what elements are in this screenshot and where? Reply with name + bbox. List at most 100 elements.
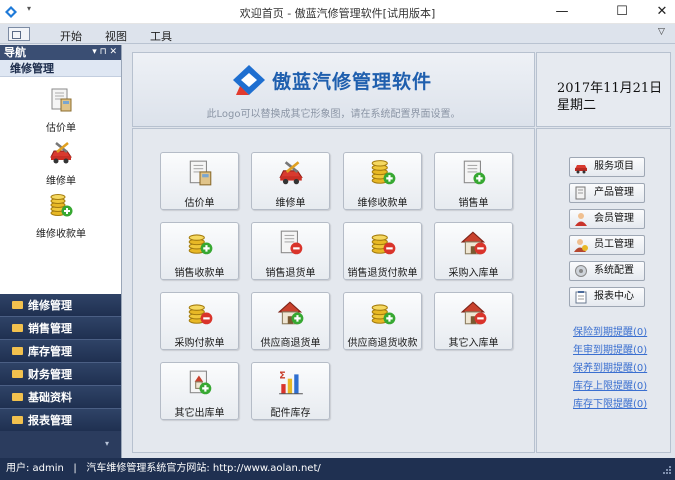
nav-header-title: 导航 (4, 46, 26, 59)
nav-section-sales[interactable]: 销售管理 (0, 317, 121, 340)
nav-section-basic-data[interactable]: 基础资料 (0, 386, 121, 409)
service-items-button[interactable]: 服务项目 (569, 157, 645, 177)
title-bar: ▾ 欢迎首页 - 傲蓝汽修管理软件[试用版本] — ☐ ✕ (0, 0, 675, 24)
tile-label: 供应商退货收款 (347, 338, 418, 349)
menu-start[interactable]: 开始 (60, 28, 82, 44)
status-bar: 用户: admin | 汽车维修管理系统官方网站: http://www.aol… (0, 458, 675, 480)
status-text: 用户: admin | 汽车维修管理系统官方网站: http://www.aol… (6, 463, 321, 474)
maintenance-reminder-link[interactable]: 保养到期提醒(0) (573, 359, 647, 374)
tile-purchase-inbound[interactable]: 采购入库单 (434, 222, 513, 280)
current-weekday: 星期二 (557, 98, 597, 113)
employee-icon (574, 239, 588, 252)
tile-label: 销售单 (458, 198, 489, 209)
nav-tool-repair[interactable]: 维修单 (0, 140, 122, 187)
tile-supplier-return[interactable]: 供应商退货单 (251, 292, 330, 350)
product-icon (575, 186, 586, 200)
side-button-label: 员工管理 (594, 239, 634, 250)
tile-label: 维修单 (275, 198, 306, 209)
menu-view[interactable]: 视图 (105, 28, 127, 44)
logo-hint: 此Logo可以替换成其它形象图，请在系统配置界面设置。 (206, 109, 461, 120)
config-icon (575, 265, 587, 277)
nav-section-inventory[interactable]: 库存管理 (0, 340, 121, 363)
coins-remove-icon (371, 234, 395, 255)
nav-tool-label: 维修收款单 (36, 229, 86, 240)
tile-parts-inventory[interactable]: Σ 配件库存 (251, 362, 330, 420)
car-tools-icon (278, 161, 303, 185)
nav-section-label: 库存管理 (28, 345, 72, 358)
annual-inspection-reminder-link[interactable]: 年审到期提醒(0) (573, 341, 647, 356)
side-button-label: 产品管理 (594, 187, 634, 198)
coins-remove-icon (188, 304, 212, 325)
tile-label: 销售退货付款单 (347, 268, 418, 279)
service-icon (575, 165, 587, 174)
stock-upper-limit-reminder-link[interactable]: 库存上限提醒(0) (573, 377, 647, 392)
chevron-down-icon: ▾ (104, 439, 109, 448)
close-button[interactable]: ✕ (640, 0, 675, 24)
brand-logo-icon (233, 65, 265, 95)
document-add-icon (463, 160, 485, 185)
maximize-button[interactable]: ☐ (600, 0, 644, 24)
tile-label: 估价单 (184, 198, 215, 209)
nav-section-repair[interactable]: 维修管理 (0, 294, 121, 317)
nav-section-label: 报表管理 (28, 414, 72, 427)
nav-tool-repair-receipt[interactable]: 维修收款单 (0, 193, 122, 240)
product-management-button[interactable]: 产品管理 (569, 183, 645, 203)
nav-header-buttons[interactable]: ▾ ⊓ ✕ (92, 45, 117, 60)
nav-section-reports[interactable]: 报表管理 (0, 409, 121, 432)
tile-purchase-payment[interactable]: 采购付款单 (160, 292, 239, 350)
nav-header: 导航 ▾ ⊓ ✕ (0, 45, 121, 60)
main-area: 傲蓝汽修管理软件 此Logo可以替换成其它形象图，请在系统配置界面设置。 201… (122, 45, 675, 458)
window-menu-icon[interactable] (8, 27, 30, 41)
resize-grip-icon[interactable] (662, 465, 672, 475)
side-button-label: 报表中心 (594, 291, 634, 302)
tile-sales-order[interactable]: 销售单 (434, 152, 513, 210)
warehouse-remove-icon (460, 231, 486, 255)
tile-supplier-return-receipt[interactable]: 供应商退货收款 (343, 292, 422, 350)
document-add-icon (189, 370, 211, 395)
svg-text:Σ: Σ (279, 371, 286, 382)
tile-other-inbound[interactable]: 其它入库单 (434, 292, 513, 350)
minimize-button[interactable]: — (540, 0, 584, 24)
ribbon-collapse-icon[interactable]: ▽ (658, 27, 665, 37)
document-remove-icon (280, 230, 302, 255)
nav-sections: 维修管理 销售管理 库存管理 财务管理 基础资料 报表管理 (0, 294, 121, 432)
report-center-button[interactable]: 报表中心 (569, 287, 645, 307)
member-icon (575, 213, 587, 226)
tile-repair-receipt[interactable]: 维修收款单 (343, 152, 422, 210)
nav-tool-label: 估价单 (46, 123, 76, 134)
tile-label: 配件库存 (270, 408, 311, 419)
tile-label: 采购入库单 (448, 268, 499, 279)
nav-tool-estimate[interactable]: 估价单 (0, 87, 122, 134)
date-panel: 2017年11月21日 星期二 (536, 52, 671, 127)
coins-add-icon (371, 304, 395, 325)
tile-label: 维修收款单 (357, 198, 408, 209)
tile-sales-receipt[interactable]: 销售收款单 (160, 222, 239, 280)
folder-icon (12, 416, 23, 424)
car-tools-icon (50, 142, 72, 164)
nav-tool-label: 维修单 (46, 176, 76, 187)
tile-sales-return-payment[interactable]: 销售退货付款单 (343, 222, 422, 280)
system-config-button[interactable]: 系统配置 (569, 261, 645, 281)
tile-estimate[interactable]: 估价单 (160, 152, 239, 210)
folder-icon (12, 301, 23, 309)
member-management-button[interactable]: 会员管理 (569, 209, 645, 229)
quick-buttons-panel: 服务项目 产品管理 会员管理 员工管理 系统配置 报表中心 保险到期提醒(0) … (536, 128, 671, 453)
tile-label: 销售退货单 (265, 268, 316, 279)
tile-other-outbound[interactable]: 其它出库单 (160, 362, 239, 420)
menu-tools[interactable]: 工具 (150, 28, 172, 44)
folder-icon (12, 324, 23, 332)
shortcut-tiles-panel: 估价单 维修单 维修收款单 销售单 销售收款单 销售退货单 销售退货付款单 采购… (132, 128, 535, 453)
stock-lower-limit-reminder-link[interactable]: 库存下限提醒(0) (573, 395, 647, 410)
nav-section-finance[interactable]: 财务管理 (0, 363, 121, 386)
tile-label: 其它入库单 (448, 338, 499, 349)
nav-section-label: 销售管理 (28, 322, 72, 335)
tile-repair-order[interactable]: 维修单 (251, 152, 330, 210)
coins-add-icon (50, 194, 73, 217)
report-icon (575, 291, 587, 304)
side-button-label: 会员管理 (594, 213, 634, 224)
bar-chart-icon: Σ (279, 371, 303, 395)
employee-management-button[interactable]: 员工管理 (569, 235, 645, 255)
insurance-expiry-reminder-link[interactable]: 保险到期提醒(0) (573, 323, 647, 338)
tile-sales-return[interactable]: 销售退货单 (251, 222, 330, 280)
nav-overflow-bar[interactable]: ▾ (0, 431, 121, 458)
